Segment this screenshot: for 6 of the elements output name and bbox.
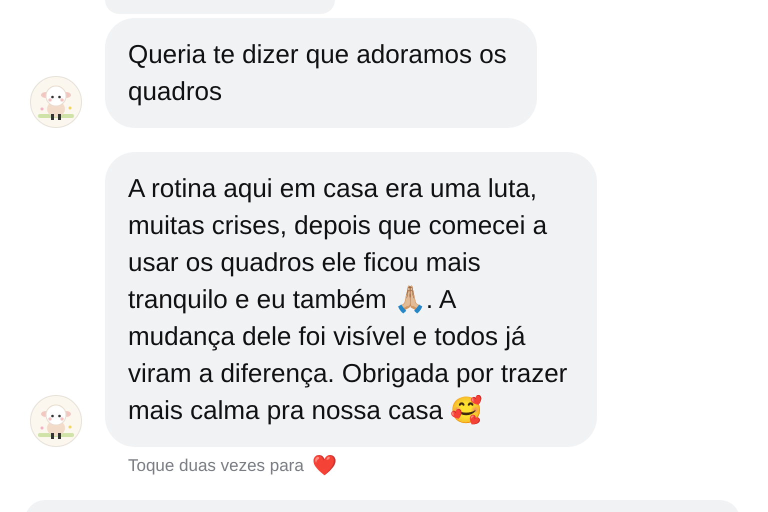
sheep-avatar-icon [30, 76, 82, 128]
message-text: A rotina aqui em casa era uma luta, muitas crises, depois que comecei a usar os quadros ele ficou mais tranquilo e eu também 🙏🏼. A mudança dele foi visível e todos já viram a diferença. Obrigada por trazer mais calma pra nossa casa 🥰 [105, 152, 598, 447]
sheep-avatar-icon [30, 395, 82, 447]
message-text: Queria te dizer que adoramos os quadros [105, 18, 537, 128]
heart-emoji[interactable]: ❤ [312, 456, 337, 476]
double-tap-hint: Toque duas vezes para [128, 456, 304, 476]
